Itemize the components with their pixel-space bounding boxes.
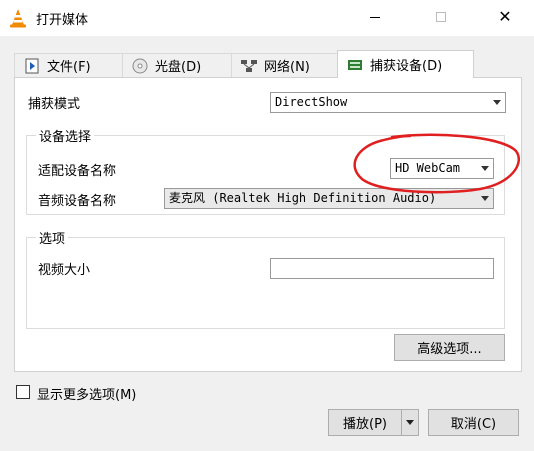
close-icon: ✕ bbox=[498, 7, 512, 26]
close-button[interactable]: ✕ bbox=[482, 0, 528, 34]
dialog-body: 文件(F) 光盘(D) 网络(N) 捕获设备(D) 捕获模式 DirectSho… bbox=[0, 36, 534, 451]
video-size-input[interactable] bbox=[270, 258, 494, 279]
disc-icon bbox=[132, 58, 148, 73]
maximize-icon bbox=[436, 12, 446, 22]
tab-capture-device-label: 捕获设备(D) bbox=[370, 59, 443, 74]
tab-capture-device[interactable]: 捕获设备(D) bbox=[337, 50, 474, 78]
tab-network-label: 网络(N) bbox=[264, 60, 310, 75]
minimize-button[interactable] bbox=[352, 0, 398, 34]
capture-mode-label: 捕获模式 bbox=[28, 97, 81, 112]
capture-device-icon bbox=[348, 59, 362, 70]
tab-disc[interactable]: 光盘(D) bbox=[122, 53, 232, 77]
audio-device-label: 音频设备名称 bbox=[38, 194, 117, 209]
capture-device-panel: 捕获模式 DirectShow 设备选择 适配设备名称 HD WebCam 音频… bbox=[14, 77, 522, 372]
tab-network[interactable]: 网络(N) bbox=[231, 53, 338, 77]
tab-file-label: 文件(F) bbox=[47, 60, 91, 75]
chevron-down-icon bbox=[481, 166, 489, 171]
play-dropdown-button[interactable] bbox=[401, 409, 419, 436]
show-more-options-label[interactable]: 显示更多选项(M) bbox=[37, 384, 136, 403]
title-bar: 打开媒体 ✕ bbox=[0, 0, 534, 36]
cancel-button[interactable]: 取消(C) bbox=[428, 409, 519, 436]
audio-device-value: 麦克风 (Realtek High Definition Audio) bbox=[169, 191, 437, 205]
maximize-button[interactable] bbox=[418, 0, 464, 34]
window-title: 打开媒体 bbox=[36, 13, 89, 28]
options-group bbox=[26, 237, 505, 329]
chevron-down-icon bbox=[493, 100, 501, 105]
video-device-select[interactable]: HD WebCam bbox=[390, 158, 494, 179]
chevron-down-icon bbox=[406, 420, 414, 425]
show-more-options-checkbox[interactable] bbox=[16, 385, 30, 399]
device-selection-title: 设备选择 bbox=[36, 126, 95, 145]
options-title: 选项 bbox=[36, 228, 69, 247]
minimize-icon bbox=[370, 16, 380, 18]
chevron-down-icon bbox=[481, 196, 489, 201]
tab-disc-label: 光盘(D) bbox=[155, 60, 202, 75]
audio-device-select[interactable]: 麦克风 (Realtek High Definition Audio) bbox=[164, 188, 494, 209]
video-device-value: HD WebCam bbox=[395, 161, 461, 175]
video-size-label: 视频大小 bbox=[38, 263, 91, 278]
network-icon bbox=[241, 59, 257, 72]
capture-mode-value: DirectShow bbox=[275, 95, 348, 109]
video-device-label: 适配设备名称 bbox=[38, 164, 117, 179]
file-icon bbox=[25, 58, 39, 73]
play-button[interactable]: 播放(P) bbox=[328, 409, 402, 436]
capture-mode-select[interactable]: DirectShow bbox=[270, 92, 506, 113]
vlc-cone-icon bbox=[10, 9, 26, 28]
tab-file[interactable]: 文件(F) bbox=[14, 53, 123, 77]
advanced-options-button[interactable]: 高级选项... bbox=[394, 334, 505, 361]
